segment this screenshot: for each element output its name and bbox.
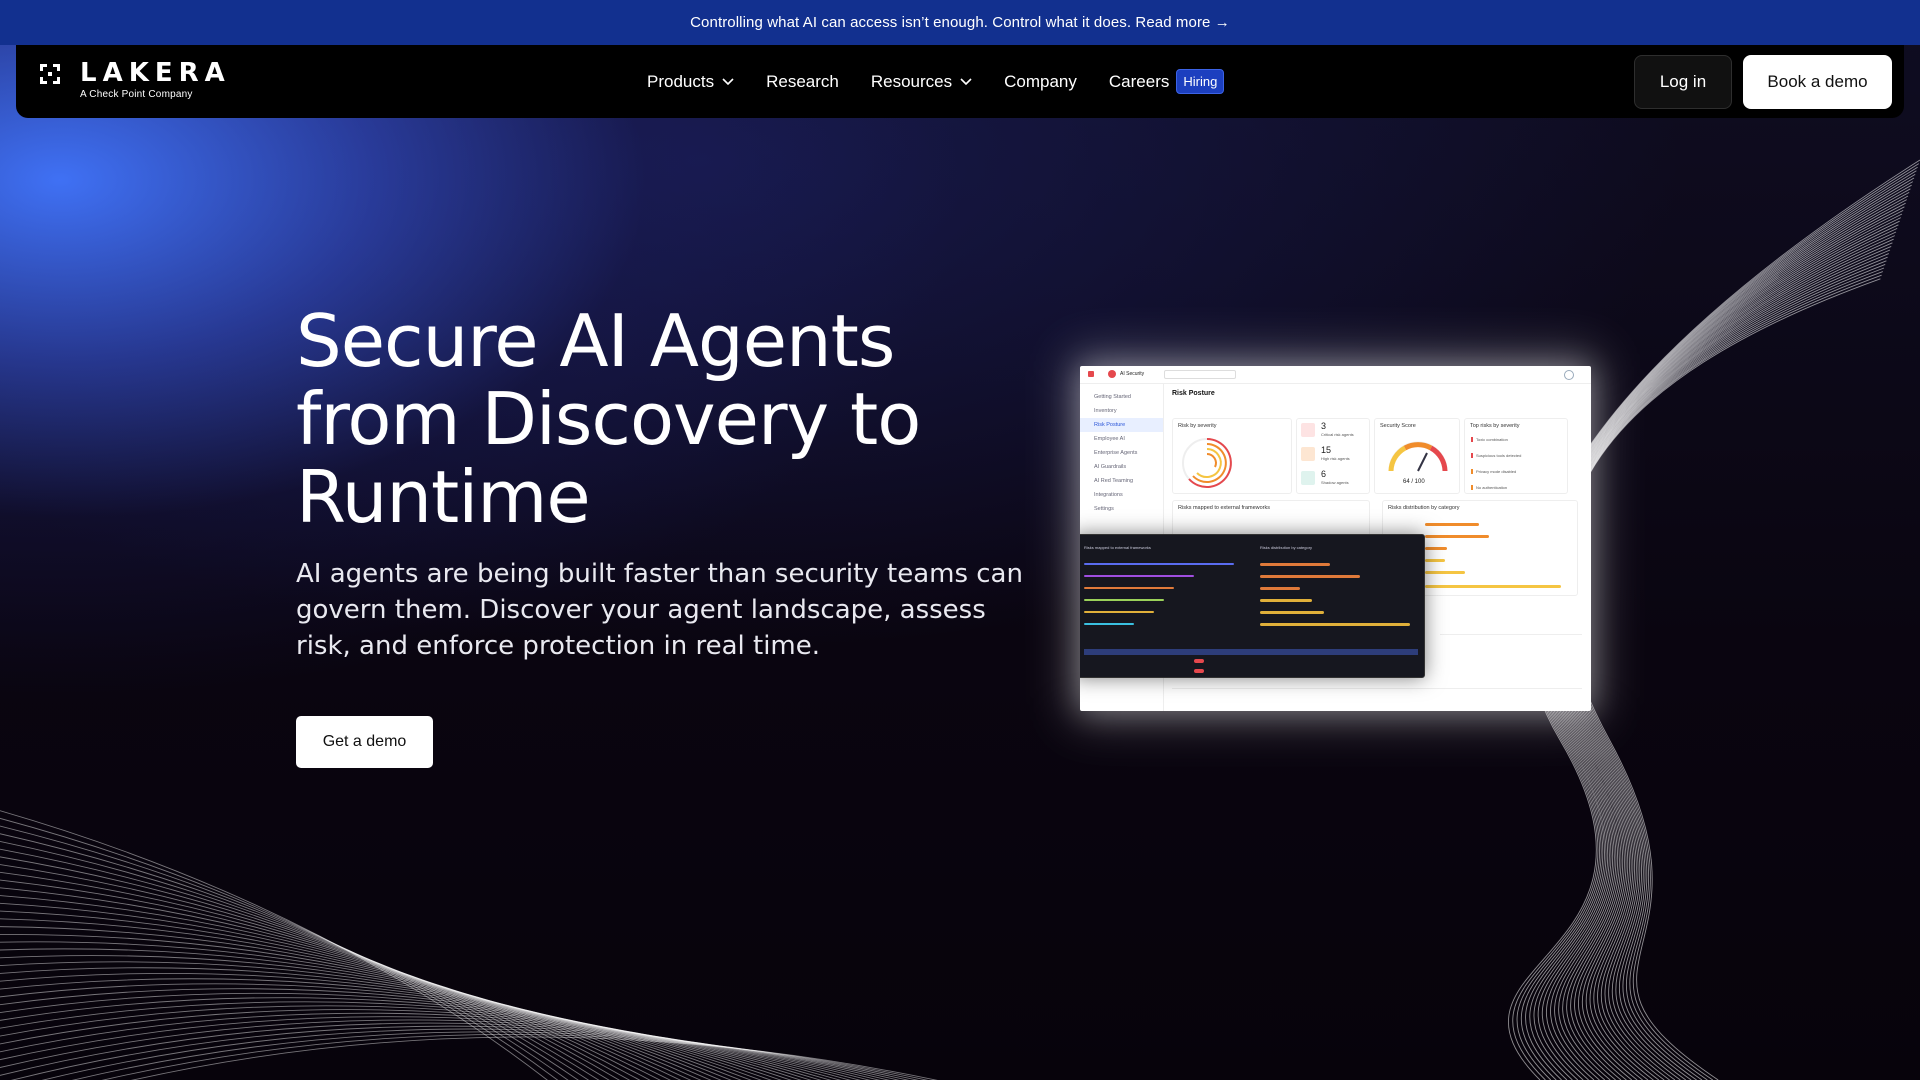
dark-dashboard-panel: Risks mapped to external frameworks Risk…: [1080, 534, 1425, 678]
decorative-waves: [0, 159, 1920, 1080]
logo[interactable]: LAKERA A Check Point Company: [38, 58, 238, 104]
shadow-label: Shadow agents: [1321, 480, 1349, 485]
top-risk-item: Suspicious tools detected: [1471, 453, 1521, 458]
nav-research[interactable]: Research: [766, 72, 839, 92]
category-bar: [1425, 523, 1479, 526]
card-title: Top risks by severity: [1470, 423, 1520, 429]
chevron-down-icon: [722, 77, 734, 85]
top-risk-item: Privacy mode disabled: [1471, 469, 1516, 474]
category-bar: [1260, 575, 1360, 578]
search-field: [1164, 370, 1236, 379]
card-title: Security Score: [1380, 423, 1416, 429]
shadow-agent-icon: [1301, 471, 1315, 485]
brand-name: LAKERA: [80, 58, 231, 88]
nav-resources[interactable]: Resources: [871, 72, 972, 92]
get-demo-button[interactable]: Get a demo: [296, 716, 433, 768]
page: Controlling what AI can access isn’t eno…: [0, 0, 1920, 1080]
security-score-card: Security Score 64 / 100: [1374, 418, 1460, 494]
critical-label: Critical risk agents: [1321, 432, 1354, 437]
side-item: AI Red Teaming: [1094, 478, 1134, 484]
side-item: Inventory: [1094, 408, 1117, 414]
nav-careers[interactable]: Careers Hiring: [1108, 69, 1225, 94]
severity-rings-icon: [1182, 438, 1232, 488]
alert-icon: [1301, 423, 1315, 437]
security-score: 64 / 100: [1403, 479, 1425, 485]
dark-frameworks-title: Risks mapped to external frameworks: [1084, 545, 1151, 550]
table-divider: [1440, 634, 1582, 635]
dark-categories-title: Risks distribution by category: [1260, 545, 1313, 550]
checkpoint-logo-icon: [1108, 370, 1116, 378]
side-item: Getting Started: [1094, 394, 1131, 400]
card-title: Risks distribution by category: [1388, 505, 1460, 511]
side-item: Settings: [1094, 506, 1114, 512]
category-bar: [1425, 571, 1465, 574]
announcement-link[interactable]: Controlling what AI can access isn’t eno…: [690, 14, 1230, 31]
book-demo-button[interactable]: Book a demo: [1743, 55, 1892, 109]
warning-icon: [1301, 447, 1315, 461]
side-item-active: Risk Posture: [1080, 418, 1163, 432]
login-button[interactable]: Log in: [1634, 55, 1732, 109]
main-menu: Products Research Resources Company Care…: [647, 45, 1256, 118]
avatar: [1564, 370, 1574, 380]
screenshot-page-title: Risk Posture: [1172, 390, 1215, 397]
nav-company[interactable]: Company: [1004, 72, 1077, 92]
top-risk-item: Toxic combination: [1471, 437, 1508, 442]
card-title: Risk by severity: [1178, 423, 1217, 429]
card-title: Risks mapped to external frameworks: [1178, 505, 1271, 511]
category-bar: [1425, 547, 1447, 550]
score-gauge-icon: [1388, 441, 1448, 472]
nav-research-label: Research: [766, 71, 839, 91]
hiring-badge: Hiring: [1176, 69, 1225, 94]
framework-bar: [1084, 599, 1164, 601]
severity-pill: [1194, 659, 1204, 663]
framework-bar: [1084, 563, 1234, 565]
top-risks-card: Top risks by severity Toxic combination …: [1464, 418, 1568, 494]
nav-products-label: Products: [647, 71, 715, 91]
high-count: 15: [1321, 445, 1332, 455]
category-bar: [1260, 611, 1324, 614]
nav-resources-label: Resources: [870, 71, 953, 91]
category-bar: [1260, 587, 1300, 590]
category-bar: [1425, 585, 1561, 588]
framework-bar: [1084, 587, 1174, 589]
shadow-count: 6: [1321, 469, 1327, 479]
dark-table-header: [1084, 649, 1418, 655]
framework-bar: [1084, 623, 1134, 625]
app-grid-icon: [1088, 371, 1094, 377]
side-item: AI Guardrails: [1094, 464, 1127, 470]
hero-title: Secure AI Agents from Discovery to Runti…: [296, 299, 921, 539]
framework-bar: [1084, 611, 1154, 613]
brand-tagline: A Check Point Company: [80, 89, 193, 100]
high-label: High risk agents: [1321, 456, 1350, 461]
side-item: Employee AI: [1094, 436, 1125, 442]
top-risk-item: No authentication: [1471, 485, 1507, 490]
nav-careers-label: Careers: [1108, 71, 1170, 91]
nav-company-label: Company: [1004, 71, 1077, 91]
app-title: AI Security: [1120, 371, 1145, 377]
category-bar: [1425, 535, 1489, 538]
critical-count: 3: [1321, 421, 1327, 431]
chevron-down-icon: [960, 77, 972, 85]
lakera-logo-icon: [40, 64, 60, 84]
category-bar: [1260, 623, 1410, 626]
screenshot-topbar: AI Security: [1080, 366, 1591, 384]
category-bar: [1425, 559, 1445, 562]
product-screenshot: AI Security Getting Started Inventory Ri…: [1080, 366, 1591, 711]
risk-severity-card: Risk by severity: [1172, 418, 1292, 494]
side-item: Integrations: [1094, 492, 1123, 498]
hero-subtitle: AI agents are being built faster than se…: [296, 559, 1023, 661]
side-item: Enterprise Agents: [1094, 450, 1138, 456]
table-divider: [1172, 688, 1582, 689]
navbar: LAKERA A Check Point Company Products Re…: [16, 45, 1904, 118]
category-bar: [1260, 563, 1330, 566]
counts-card: 3 Critical risk agents 15 High risk agen…: [1296, 418, 1370, 494]
category-bar: [1260, 599, 1312, 602]
framework-bar: [1084, 575, 1194, 577]
severity-pill: [1194, 669, 1204, 673]
nav-products[interactable]: Products: [647, 72, 734, 92]
announcement-bar: Controlling what AI can access isn’t eno…: [0, 0, 1920, 45]
